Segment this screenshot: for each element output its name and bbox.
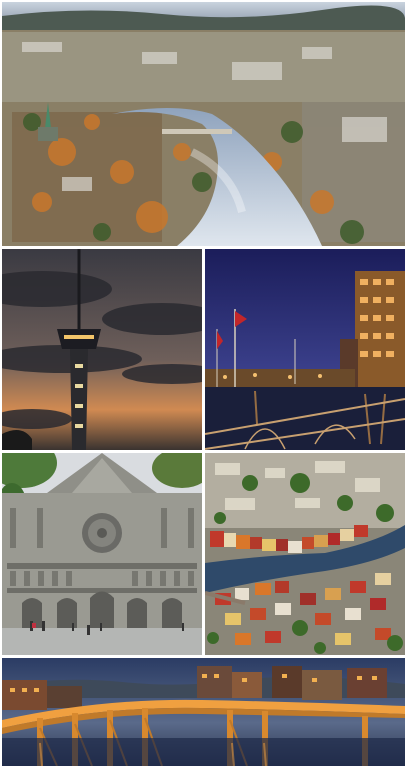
aerial-city-river-photo bbox=[2, 2, 405, 246]
tv-tower-dusk-photo bbox=[2, 249, 202, 450]
riverside-houses-aerial-photo bbox=[205, 453, 405, 655]
harbor-night-photo bbox=[205, 249, 405, 450]
cathedral-facade-photo bbox=[2, 453, 202, 655]
lit-bridge-dusk-photo bbox=[2, 658, 405, 766]
